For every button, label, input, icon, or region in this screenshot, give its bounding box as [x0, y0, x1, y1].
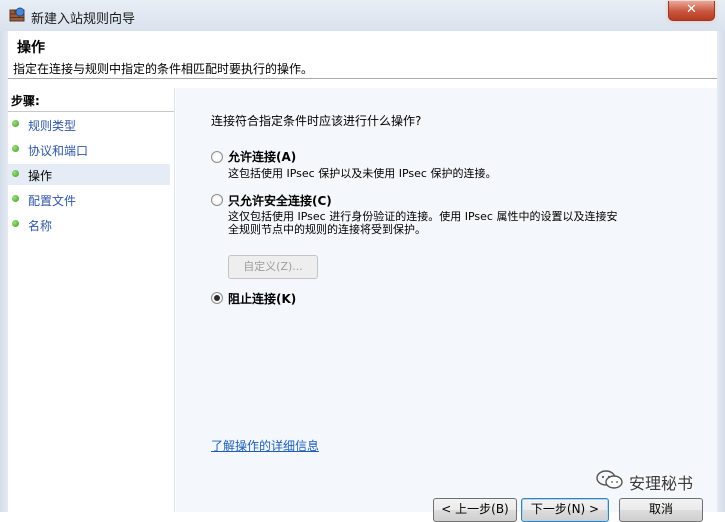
steps-label: 步骤: — [11, 94, 40, 108]
step-rule-type[interactable]: 规则类型 — [8, 114, 170, 135]
firewall-shield-icon — [9, 7, 25, 22]
step-bullet-icon — [12, 220, 19, 227]
block-connection-label[interactable]: 阻止连接(K) — [228, 290, 296, 307]
title-bar: 新建入站规则向导 ✕ — [0, 0, 725, 32]
page-title: 操作 — [17, 40, 45, 56]
window-right-border — [717, 31, 725, 512]
customize-button[interactable]: 自定义(Z)... — [228, 255, 318, 279]
action-panel: 连接符合指定条件时应该进行什么操作? 允许连接(A) 这包括使用 IPsec 保… — [176, 88, 717, 512]
watermark: 安理秘书 — [596, 470, 708, 493]
step-label: 操作 — [28, 169, 53, 183]
allow-connection-label[interactable]: 允许连接(A) — [228, 148, 296, 165]
allow-secure-radio[interactable] — [211, 194, 223, 206]
window-title: 新建入站规则向导 — [31, 12, 136, 27]
step-label: 名称 — [28, 219, 53, 233]
window-left-border — [0, 31, 8, 512]
steps-divider — [8, 111, 174, 112]
step-label: 规则类型 — [28, 119, 77, 133]
step-bullet-icon — [12, 120, 19, 127]
wizard-header: 操作 指定在连接与规则中指定的条件相匹配时要执行的操作。 — [8, 31, 717, 79]
wechat-icon — [596, 470, 623, 489]
step-action[interactable]: 操作 — [8, 164, 170, 185]
steps-sidebar: 步骤: 规则类型 协议和端口 操作 配置文件 名称 — [8, 88, 175, 512]
back-button[interactable]: < 上一步(B) — [433, 498, 517, 522]
watermark-text: 安理秘书 — [629, 474, 694, 493]
learn-more-link[interactable]: 了解操作的详细信息 — [211, 437, 319, 454]
page-description: 指定在连接与规则中指定的条件相匹配时要执行的操作。 — [13, 62, 314, 76]
step-bullet-icon — [12, 170, 19, 177]
close-button[interactable]: ✕ — [668, 1, 715, 21]
step-bullet-icon — [12, 195, 19, 202]
allow-connection-description: 这包括使用 IPsec 保护以及未使用 IPsec 保护的连接。 — [228, 167, 497, 180]
step-name[interactable]: 名称 — [8, 214, 170, 235]
step-bullet-icon — [12, 145, 19, 152]
block-connection-radio[interactable] — [211, 292, 223, 304]
step-protocol-ports[interactable]: 协议和端口 — [8, 139, 170, 160]
allow-secure-label[interactable]: 只允许安全连接(C) — [228, 192, 332, 209]
action-question: 连接符合指定条件时应该进行什么操作? — [211, 114, 422, 128]
close-icon: ✕ — [686, 2, 697, 17]
allow-secure-description-line2: 全规则节点中的规则的连接将受到保护。 — [228, 223, 426, 236]
allow-connection-radio[interactable] — [211, 151, 223, 163]
step-label: 协议和端口 — [28, 144, 89, 158]
step-label: 配置文件 — [28, 194, 77, 208]
allow-secure-description-line1: 这仅包括使用 IPsec 进行身份验证的连接。使用 IPsec 属性中的设置以及… — [228, 210, 618, 223]
step-profile[interactable]: 配置文件 — [8, 189, 170, 210]
cancel-button[interactable]: 取消 — [619, 498, 703, 522]
next-button[interactable]: 下一步(N) > — [521, 498, 609, 522]
